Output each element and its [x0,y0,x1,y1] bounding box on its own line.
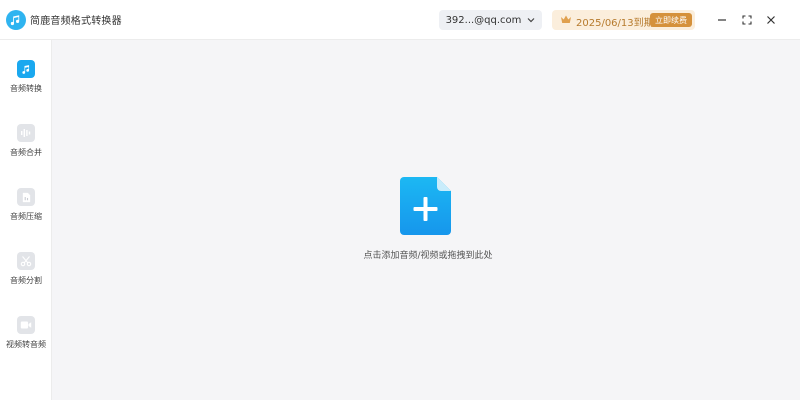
sidebar-item-label: 音频合并 [10,148,42,157]
account-dropdown[interactable]: 392...@qq.com [439,10,542,30]
file-drop-zone[interactable]: 点击添加音频/视频或拖拽到此处 [353,171,503,271]
sidebar-item-video-to-audio[interactable]: 视频转音频 [0,316,52,368]
waveform-icon [17,124,35,142]
minimize-button[interactable] [712,10,732,30]
close-button[interactable] [761,10,781,30]
add-file-icon[interactable] [400,177,451,235]
account-email: 392...@qq.com [445,14,522,26]
maximize-icon [742,15,752,25]
sidebar-item-label: 音频压缩 [10,212,42,221]
vip-expiry-date: 2025/06/13到期 [576,18,654,29]
title-bar: 简鹿音频格式转换器 392...@qq.com 2025/06/13到期 立即续… [0,0,800,40]
sidebar-item-label: 音频分割 [10,276,42,285]
vip-status: 2025/06/13到期 立即续费 [552,10,695,30]
maximize-button[interactable] [737,10,757,30]
app-logo-icon [6,10,26,30]
compress-icon [17,188,35,206]
sidebar-item-audio-compress[interactable]: 音频压缩 [0,188,52,240]
video-icon [17,316,35,334]
sidebar-item-label: 视频转音频 [6,340,46,349]
scissors-icon [17,252,35,270]
app-title: 简鹿音频格式转换器 [30,16,122,27]
main-content: 点击添加音频/视频或拖拽到此处 [53,41,800,400]
sidebar: 音频转换 音频合并 音频压缩 音频分割 视频转音频 [0,40,52,400]
chevron-down-icon [527,18,535,23]
sidebar-item-audio-convert[interactable]: 音频转换 [0,60,52,112]
minimize-icon [718,19,726,21]
drop-hint-text: 点击添加音频/视频或拖拽到此处 [363,251,493,261]
close-icon [767,16,775,24]
app-window: 简鹿音频格式转换器 392...@qq.com 2025/06/13到期 立即续… [0,0,800,400]
sidebar-item-audio-split[interactable]: 音频分割 [0,252,52,304]
sidebar-item-label: 音频转换 [10,84,42,93]
sidebar-item-audio-merge[interactable]: 音频合并 [0,124,52,176]
music-note-icon [17,60,35,78]
renew-button[interactable]: 立即续费 [650,13,692,27]
crown-icon [561,15,571,23]
